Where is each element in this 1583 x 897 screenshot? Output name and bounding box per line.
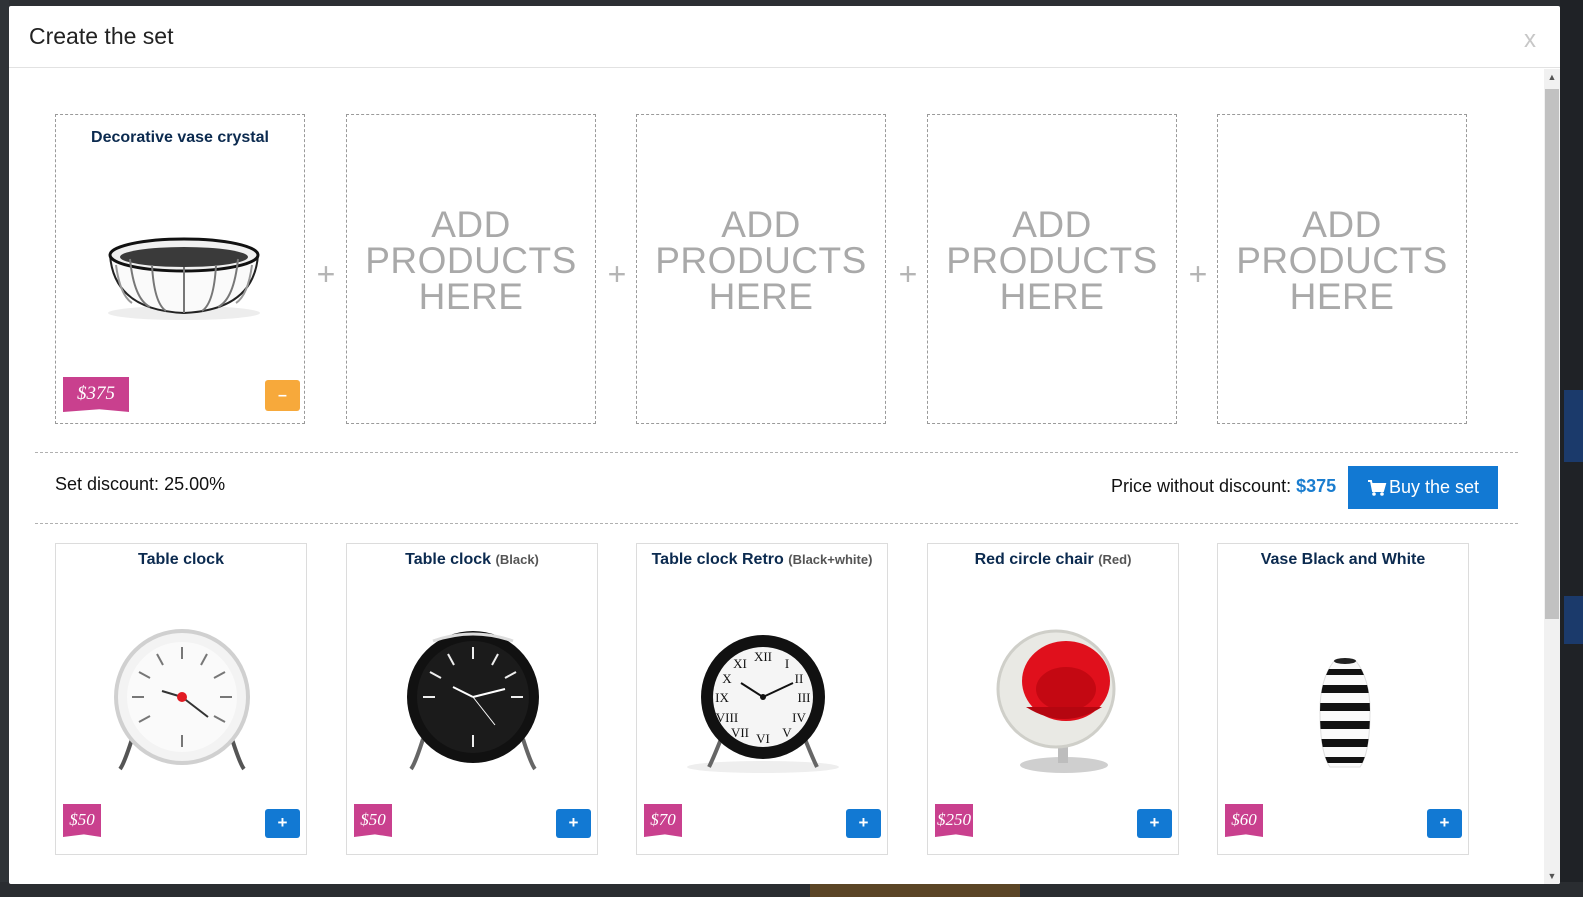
plus-separator: + [898,256,918,292]
set-slot-empty[interactable]: ADD PRODUCTS HERE [636,114,886,424]
plus-separator: + [1188,256,1208,292]
set-slot-empty[interactable]: ADD PRODUCTS HERE [927,114,1177,424]
retro-table-clock-image: XIIVI IX III III IVV VIIVIII XXI [687,635,839,773]
background-block [1564,390,1583,462]
background-page-left [0,0,9,897]
add-product-button[interactable]: + [265,809,300,838]
crystal-vase-image [108,237,260,320]
product-variant: (Black+white) [788,552,873,567]
price-tag: $375 [63,377,129,412]
product-title: Table clock [56,551,306,569]
placeholder-line: ADD [431,204,511,245]
buy-the-set-button[interactable]: Buy the set [1348,466,1498,509]
svg-text:XI: XI [733,656,747,671]
placeholder-line: ADD [1012,204,1092,245]
product-title: Table clock Retro (Black+white) [637,551,887,569]
svg-text:I: I [785,656,789,671]
product-card: Vase Black and White $60 + [1217,543,1469,855]
placeholder-line: PRODUCTS [655,240,867,281]
product-name[interactable]: Table clock [138,551,224,568]
background-block [810,882,1020,897]
price-tag: $70 [644,804,682,837]
svg-text:VIII: VIII [716,710,738,725]
product-card: Red circle chair (Red) $250 + [927,543,1179,855]
set-discount-label: Set discount: 25.00% [55,474,226,494]
product-card: Table clock Retro (Black+white) XII VI IX… [636,543,888,855]
black-table-clock-image [407,631,539,771]
placeholder-line: HERE [418,276,524,317]
set-slot-empty[interactable]: ADD PRODUCTS HERE [346,114,596,424]
placeholder-line: HERE [1289,276,1395,317]
scroll-down-arrow-icon[interactable]: ▼ [1544,868,1560,884]
placeholder-line: HERE [708,276,814,317]
product-name[interactable]: Table clock [405,551,491,568]
create-set-modal: Create the set x ▲ ▼ Decorative vase cry… [9,6,1560,884]
ball-chair-image [996,629,1116,773]
price-without-discount: Price without discount: $375 [1111,476,1336,497]
placeholder-line: PRODUCTS [946,240,1158,281]
svg-text:X: X [722,671,732,686]
modal-title: Create the set [29,23,174,49]
scroll-thumb[interactable] [1545,89,1559,619]
divider [35,523,1518,524]
svg-text:IV: IV [792,710,806,725]
placeholder-line: ADD [1302,204,1382,245]
background-block [1564,596,1583,644]
scroll-up-arrow-icon[interactable]: ▲ [1544,69,1560,85]
plus-separator: + [316,256,336,292]
svg-text:VI: VI [756,731,770,746]
price-label: Price without discount: [1111,476,1292,496]
svg-text:XII: XII [754,649,772,664]
striped-vase-image [1319,658,1371,768]
price-tag: $250 [935,804,973,837]
product-name[interactable]: Table clock Retro [652,551,784,568]
product-title: Table clock (Black) [347,551,597,569]
modal-body: Decorative vase crystal $375 – + ADD PRO… [9,69,1544,884]
price-tag: $50 [63,804,101,837]
svg-text:VII: VII [731,725,749,740]
product-card: Table clock $50 + [55,543,307,855]
placeholder-line: ADD [721,204,801,245]
product-title: Red circle chair (Red) [928,551,1178,569]
product-name[interactable]: Red circle chair [975,551,1094,568]
add-products-placeholder: ADD PRODUCTS HERE [1218,204,1466,317]
add-product-button[interactable]: + [846,809,881,838]
slot-product-title: Decorative vase crystal [91,129,269,146]
placeholder-line: PRODUCTS [1236,240,1448,281]
close-button[interactable]: x [1524,26,1536,54]
price-value: $375 [1296,476,1337,496]
add-product-button[interactable]: + [556,809,591,838]
svg-text:II: II [795,671,804,686]
set-slot-filled: Decorative vase crystal $375 – [55,114,305,424]
product-name[interactable]: Vase Black and White [1261,551,1426,568]
set-slot-empty[interactable]: ADD PRODUCTS HERE [1217,114,1467,424]
price-tag: $50 [354,804,392,837]
cart-icon [1367,480,1387,497]
remove-product-button[interactable]: – [265,380,300,411]
modal-header: Create the set x [9,6,1560,68]
add-products-placeholder: ADD PRODUCTS HERE [637,204,885,317]
add-product-button[interactable]: + [1427,809,1462,838]
product-variant: (Red) [1098,552,1132,567]
product-variant: (Black) [495,552,539,567]
add-product-button[interactable]: + [1137,809,1172,838]
buy-button-label: Buy the set [1388,477,1480,497]
plus-separator: + [607,256,627,292]
background-page-right [1560,0,1583,897]
svg-text:III: III [798,690,811,705]
vertical-scrollbar[interactable]: ▲ ▼ [1544,69,1560,884]
add-products-placeholder: ADD PRODUCTS HERE [347,204,595,317]
product-title: Vase Black and White [1218,551,1468,569]
svg-text:IX: IX [715,690,729,705]
white-table-clock-image [114,629,250,771]
placeholder-line: PRODUCTS [365,240,577,281]
add-products-placeholder: ADD PRODUCTS HERE [928,204,1176,317]
background-page-bottom [0,882,1583,897]
svg-text:V: V [782,725,792,740]
placeholder-line: HERE [999,276,1105,317]
product-card: Table clock (Black) $50 + [346,543,598,855]
divider [35,452,1518,453]
price-tag: $60 [1225,804,1263,837]
